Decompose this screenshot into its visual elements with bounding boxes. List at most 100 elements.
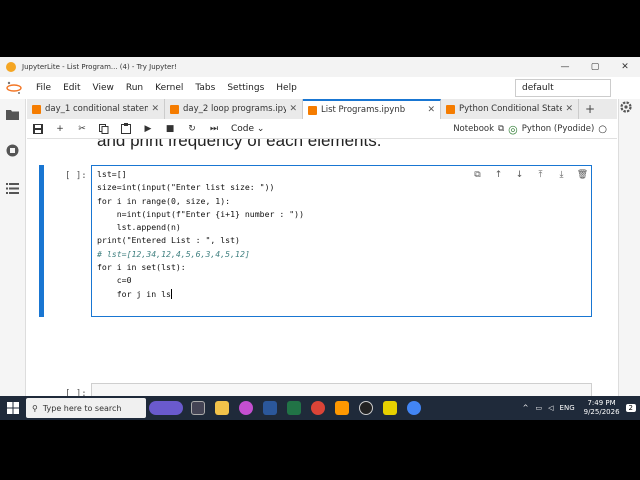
vertical-scrollbar[interactable] — [607, 139, 617, 420]
cell-toolbar: ⧉ ↑ ↓ ⤒ ⤓ 🗑 — [467, 168, 593, 182]
code-line: lst.append(n) — [97, 222, 181, 233]
obs-icon[interactable] — [354, 396, 378, 420]
copilot-icon[interactable] — [234, 396, 258, 420]
notebook-icon — [308, 105, 317, 115]
fast-forward-icon[interactable]: ⏭ — [203, 120, 225, 138]
code-cell[interactable]: [ ]: lst=[] size=int(input("Enter list s… — [39, 165, 597, 317]
tab-list-programs[interactable]: List Programs.ipynb ✕ — [303, 99, 441, 119]
notification-badge[interactable]: 2 — [625, 404, 636, 412]
table-of-contents-icon[interactable] — [5, 181, 20, 196]
excel-icon[interactable] — [282, 396, 306, 420]
tab-day2[interactable]: day_2 loop programs.ipynb ✕ — [165, 99, 303, 119]
add-cell-icon[interactable]: + — [49, 120, 71, 138]
cell-prompt: [ ]: — [65, 171, 87, 181]
jupyter-logo-icon — [6, 81, 22, 94]
menu-edit[interactable]: Edit — [57, 83, 86, 93]
clock[interactable]: 7:49 PM 9/25/2026 — [584, 399, 620, 417]
cell-type-dropdown[interactable]: Code ⌄ — [231, 124, 281, 134]
taskbar-search[interactable]: ⚲ Type here to search — [26, 398, 146, 418]
tab-bar: day_1 conditional statemer ✕ day_2 loop … — [27, 99, 617, 119]
tab-day1[interactable]: day_1 conditional statemer ✕ — [27, 99, 165, 119]
title-bar: JupyterLite - List Program... (4) - Try … — [0, 57, 640, 77]
close-tab-icon[interactable]: ✕ — [427, 105, 435, 115]
show-hidden-icons[interactable]: ^ — [523, 404, 529, 412]
close-tab-icon[interactable]: ✕ — [289, 104, 297, 114]
windows-start-icon[interactable] — [0, 396, 26, 420]
code-line: # lst=[12,34,12,4,5,6,3,4,5,12] — [97, 248, 250, 259]
duplicate-cell-icon[interactable]: ⧉ — [467, 168, 488, 182]
kernel-dropdown[interactable]: default — [515, 79, 611, 97]
notebook-label: Notebook — [453, 124, 495, 134]
menu-help[interactable]: Help — [270, 83, 303, 93]
code-line: for i in set(lst): — [97, 262, 186, 273]
kernel-name[interactable]: Python (Pyodide) — [522, 124, 595, 134]
folder-icon[interactable] — [5, 107, 20, 122]
app-icon — [6, 62, 16, 72]
run-icon[interactable]: ▶ — [137, 120, 159, 138]
insert-above-icon[interactable]: ⤒ — [530, 168, 551, 182]
notebook-icon — [446, 104, 455, 114]
cell-collapser[interactable] — [39, 165, 44, 317]
network-icon[interactable]: ▭ — [536, 404, 543, 412]
cut-icon[interactable]: ✂ — [71, 120, 93, 138]
notebook-icon — [32, 104, 41, 114]
notebook-icon — [170, 104, 179, 114]
markdown-heading: and print frequency of each elements. — [97, 139, 382, 150]
code-line: print("Entered List : ", lst) — [97, 235, 240, 246]
chrome-profile-icon[interactable] — [402, 396, 426, 420]
close-tab-icon[interactable]: ✕ — [565, 104, 573, 114]
sublime-icon[interactable] — [330, 396, 354, 420]
minimize-button[interactable]: — — [550, 57, 580, 77]
notebook-toolbar: + ✂ ▶ ■ ↻ ⏭ Code ⌄ Notebook ⧉ ◎ Python (… — [27, 119, 617, 139]
chrome-icon[interactable] — [306, 396, 330, 420]
kernel-busy-icon: ○ — [598, 123, 607, 135]
menu-file[interactable]: File — [30, 83, 57, 93]
menu-settings[interactable]: Settings — [221, 83, 270, 93]
right-sidebar — [618, 99, 640, 420]
restart-icon[interactable]: ↻ — [181, 120, 203, 138]
close-tab-icon[interactable]: ✕ — [151, 104, 159, 114]
cell-editor[interactable]: lst=[] size=int(input("Enter list size: … — [91, 165, 592, 317]
close-button[interactable]: ✕ — [610, 57, 640, 77]
add-tab-button[interactable]: + — [579, 99, 601, 119]
pencil-app-icon[interactable] — [378, 396, 402, 420]
paste-icon[interactable] — [115, 120, 137, 138]
task-view-icon[interactable] — [186, 396, 210, 420]
move-down-icon[interactable]: ↓ — [509, 168, 530, 182]
menu-view[interactable]: View — [87, 83, 120, 93]
tab-python-conditional[interactable]: Python Conditional Statem ✕ — [441, 99, 579, 119]
code-line: for i in range(0, size, 1): — [97, 195, 231, 206]
file-explorer-icon[interactable] — [210, 396, 234, 420]
notebook-panel: and print frequency of each elements. [ … — [27, 139, 602, 420]
volume-icon[interactable]: ◁ — [548, 404, 553, 412]
widgets-icon[interactable] — [146, 396, 186, 420]
system-tray: ^ ▭ ◁ ENG 7:49 PM 9/25/2026 2 — [519, 396, 640, 420]
search-icon: ⚲ — [32, 403, 38, 413]
language-indicator[interactable]: ENG — [560, 404, 575, 412]
menu-bar: File Edit View Run Kernel Tabs Settings … — [0, 77, 640, 99]
menu-run[interactable]: Run — [120, 83, 149, 93]
kernel-status-icon: ◎ — [508, 122, 518, 136]
code-line: n=int(input(f"Enter {i+1} number : ")) — [97, 208, 305, 219]
open-external-icon[interactable]: ⧉ — [498, 124, 504, 134]
insert-below-icon[interactable]: ⤓ — [551, 168, 572, 182]
delete-cell-icon[interactable]: 🗑 — [572, 168, 593, 182]
code-line-current: for j in ls — [97, 288, 172, 300]
code-line: c=0 — [97, 275, 132, 286]
window-title: JupyterLite - List Program... (4) - Try … — [22, 63, 177, 71]
left-sidebar — [0, 99, 26, 420]
move-up-icon[interactable]: ↑ — [488, 168, 509, 182]
stop-icon[interactable]: ■ — [159, 120, 181, 138]
menu-kernel[interactable]: Kernel — [149, 83, 189, 93]
property-inspector-gear-icon[interactable] — [619, 99, 640, 118]
copy-icon[interactable] — [93, 120, 115, 138]
windows-taskbar: ⚲ Type here to search ^ ▭ ◁ ENG 7:49 PM … — [0, 396, 640, 420]
menu-tabs[interactable]: Tabs — [189, 83, 221, 93]
maximize-button[interactable]: ▢ — [580, 57, 610, 77]
code-line: size=int(input("Enter list size: ")) — [97, 182, 275, 193]
text-cursor — [170, 289, 172, 300]
screen: JupyterLite - List Program... (4) - Try … — [0, 57, 640, 420]
save-icon[interactable] — [27, 120, 49, 138]
running-icon[interactable] — [5, 143, 20, 158]
word-icon[interactable] — [258, 396, 282, 420]
